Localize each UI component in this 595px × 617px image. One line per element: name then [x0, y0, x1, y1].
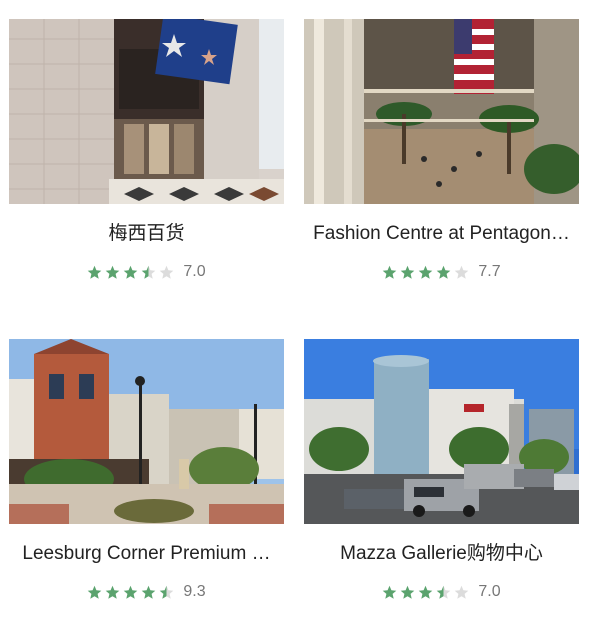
star-rating: 7.0 — [304, 583, 579, 601]
star-rating: 7.0 — [9, 263, 284, 281]
star-filled-icon — [88, 265, 102, 279]
rating-score: 7.0 — [478, 583, 501, 600]
place-title[interactable]: Leesburg Corner Premium … — [5, 539, 288, 569]
star-filled-icon — [437, 265, 451, 279]
star-filled-icon — [124, 585, 138, 599]
macys-storefront-photo[interactable] — [9, 19, 284, 204]
star-half-icon — [142, 265, 156, 279]
star-filled-icon — [142, 585, 156, 599]
star-rating: 9.3 — [9, 583, 284, 601]
star-half-icon — [437, 585, 451, 599]
star-filled-icon — [419, 265, 433, 279]
rating-score: 7.7 — [478, 263, 501, 280]
star-filled-icon — [383, 265, 397, 279]
star-empty-icon — [455, 585, 469, 599]
star-filled-icon — [419, 585, 433, 599]
place-title[interactable]: Mazza Gallerie购物中心 — [300, 539, 583, 569]
mall-atrium-photo[interactable] — [304, 19, 579, 204]
place-title[interactable]: 梅西百货 — [5, 219, 288, 249]
star-filled-icon — [383, 585, 397, 599]
mall-building-exterior-photo[interactable] — [304, 339, 579, 524]
star-half-icon — [160, 585, 174, 599]
star-empty-icon — [455, 265, 469, 279]
star-filled-icon — [401, 585, 415, 599]
star-empty-icon — [160, 265, 174, 279]
rating-score: 7.0 — [183, 263, 206, 280]
rating-score: 9.3 — [183, 583, 206, 600]
outlet-street-photo[interactable] — [9, 339, 284, 524]
star-filled-icon — [106, 585, 120, 599]
place-title[interactable]: Fashion Centre at Pentagon… — [300, 219, 583, 249]
star-filled-icon — [401, 265, 415, 279]
star-filled-icon — [106, 265, 120, 279]
star-filled-icon — [88, 585, 102, 599]
star-rating: 7.7 — [304, 263, 579, 281]
star-filled-icon — [124, 265, 138, 279]
